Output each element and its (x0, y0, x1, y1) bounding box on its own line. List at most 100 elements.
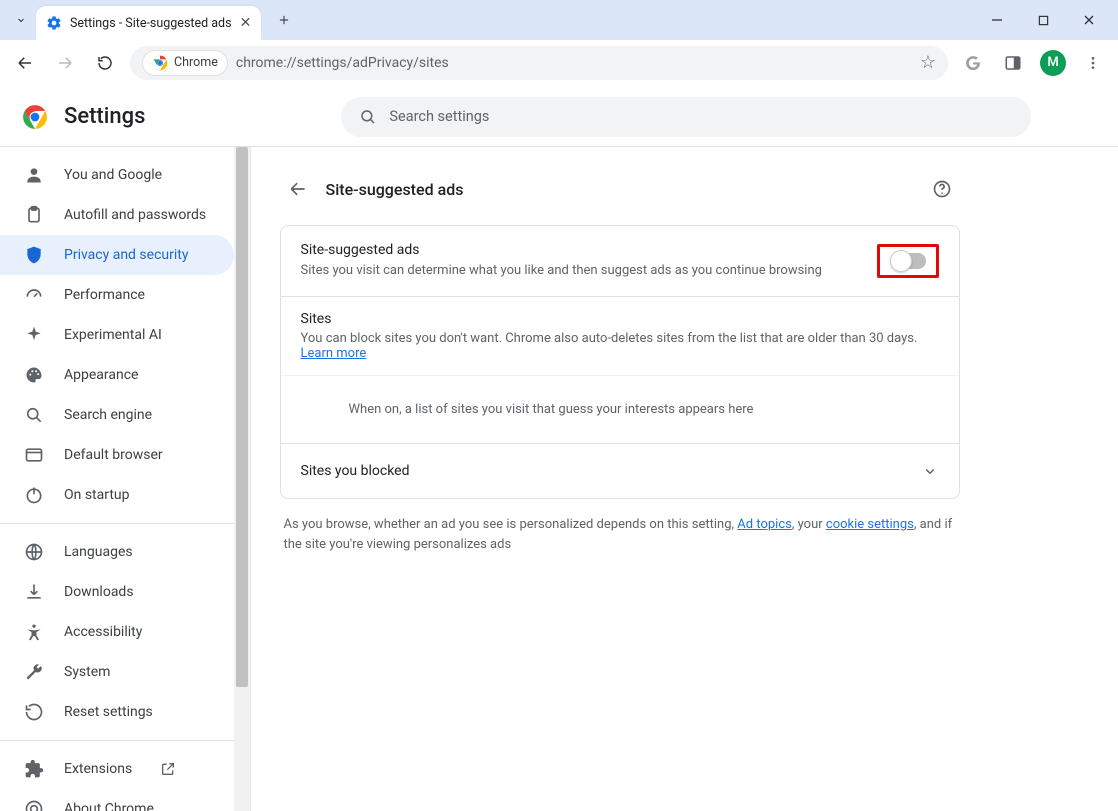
sidebar-item-on-startup[interactable]: On startup (0, 475, 234, 515)
url-text: chrome://settings/adPrivacy/sites (236, 55, 449, 71)
sidebar-item-label: Accessibility (64, 624, 142, 640)
sidebar-item-label: Search engine (64, 407, 152, 423)
sidebar-divider (0, 740, 234, 741)
right-gutter (988, 147, 1118, 811)
sidebar-item-autofill[interactable]: Autofill and passwords (0, 195, 234, 235)
site-info-chip[interactable]: Chrome (142, 50, 228, 76)
sidebar-item-system[interactable]: System (0, 652, 234, 692)
sidebar-item-you-and-google[interactable]: You and Google (0, 155, 234, 195)
back-button[interactable] (10, 48, 40, 78)
forward-button[interactable] (50, 48, 80, 78)
settings-title: Settings (64, 104, 145, 129)
settings-header: Settings Search settings (0, 87, 1118, 147)
page-title: Site-suggested ads (326, 180, 464, 199)
search-icon (24, 405, 44, 425)
ad-topics-link[interactable]: Ad topics (737, 517, 792, 532)
sidebar-item-languages[interactable]: Languages (0, 532, 234, 572)
menu-button[interactable] (1078, 48, 1108, 78)
sidebar-item-label: On startup (64, 487, 130, 503)
address-bar[interactable]: Chrome chrome://settings/adPrivacy/sites… (130, 46, 948, 80)
maximize-button[interactable] (1020, 0, 1066, 40)
sidebar-item-downloads[interactable]: Downloads (0, 572, 234, 612)
chrome-icon (24, 799, 44, 811)
sidebar-container: You and Google Autofill and passwords Pr… (0, 147, 250, 811)
sidebar-item-experimental-ai[interactable]: Experimental AI (0, 315, 234, 355)
learn-more-link[interactable]: Learn more (301, 346, 367, 361)
toggle-row: Site-suggested ads Sites you visit can d… (281, 226, 959, 297)
reload-button[interactable] (90, 48, 120, 78)
content-inner: Site-suggested ads Site-suggested ads Si… (280, 147, 960, 594)
extension-icon (24, 759, 44, 779)
search-settings-input[interactable]: Search settings (341, 97, 1031, 137)
window-titlebar: Settings - Site-suggested ads ✕ (0, 0, 1118, 40)
accessibility-icon (24, 622, 44, 642)
sidebar-item-label: Extensions (64, 761, 132, 777)
shield-icon (24, 245, 44, 265)
scrollbar-thumb[interactable] (236, 147, 248, 687)
sidebar-item-label: Experimental AI (64, 327, 162, 343)
toggle-highlight-box (877, 244, 939, 278)
tab-title: Settings - Site-suggested ads (70, 16, 232, 31)
sites-desc-text: You can block sites you don't want. Chro… (301, 331, 918, 346)
profile-avatar[interactable]: M (1038, 48, 1068, 78)
chevron-down-icon (921, 462, 939, 480)
sidebar-item-label: Reset settings (64, 704, 153, 720)
page-header: Site-suggested ads (280, 161, 960, 225)
sparkle-icon (24, 325, 44, 345)
sidebar-item-label: Languages (64, 544, 133, 560)
sites-empty-message: When on, a list of sites you visit that … (281, 375, 959, 443)
person-icon (24, 165, 44, 185)
sites-section: Sites You can block sites you don't want… (281, 297, 959, 375)
chip-label: Chrome (174, 55, 218, 70)
clipboard-icon (24, 205, 44, 225)
close-window-button[interactable] (1066, 0, 1112, 40)
sidebar-item-label: System (64, 664, 110, 680)
toggle-desc: Sites you visit can determine what you l… (301, 262, 861, 280)
search-placeholder: Search settings (389, 108, 489, 125)
sidebar-item-search-engine[interactable]: Search engine (0, 395, 234, 435)
palette-icon (24, 365, 44, 385)
bookmark-star-icon[interactable]: ☆ (920, 52, 936, 73)
minimize-button[interactable] (974, 0, 1020, 40)
globe-icon (24, 542, 44, 562)
window-controls (974, 0, 1112, 40)
restore-icon (24, 702, 44, 722)
chrome-logo-icon (22, 104, 48, 130)
sidebar-scrollbar[interactable] (234, 147, 250, 811)
search-icon (359, 108, 377, 126)
cookie-settings-link[interactable]: cookie settings (826, 517, 914, 532)
blocked-label: Sites you blocked (301, 463, 410, 479)
sidebar-item-privacy-security[interactable]: Privacy and security (0, 235, 234, 275)
close-icon[interactable]: ✕ (240, 15, 252, 31)
avatar-letter: M (1040, 50, 1066, 76)
wrench-icon (24, 662, 44, 682)
tab-search-dropdown[interactable] (6, 5, 36, 35)
sidebar-item-label: Appearance (64, 367, 138, 383)
sites-you-blocked-row[interactable]: Sites you blocked (281, 443, 959, 498)
sidebar-item-performance[interactable]: Performance (0, 275, 234, 315)
browser-toolbar: Chrome chrome://settings/adPrivacy/sites… (0, 40, 1118, 86)
sidebar-item-appearance[interactable]: Appearance (0, 355, 234, 395)
page-back-button[interactable] (280, 171, 316, 207)
new-tab-button[interactable] (269, 5, 299, 35)
toggle-title: Site-suggested ads (301, 242, 861, 258)
sidebar-item-about-chrome[interactable]: About Chrome (0, 789, 234, 811)
sidebar-item-reset-settings[interactable]: Reset settings (0, 692, 234, 732)
sites-desc: You can block sites you don't want. Chro… (301, 331, 939, 361)
help-button[interactable] (924, 171, 960, 207)
footer-text-2: , your (792, 517, 826, 532)
footer-text-1: As you browse, whether an ad you see is … (284, 517, 738, 532)
browser-tab[interactable]: Settings - Site-suggested ads ✕ (36, 6, 261, 40)
sidebar-item-label: About Chrome (64, 801, 154, 811)
power-icon (24, 485, 44, 505)
settings-sidebar: You and Google Autofill and passwords Pr… (0, 147, 234, 811)
sidebar-item-extensions[interactable]: Extensions (0, 749, 234, 789)
google-account-icon[interactable] (958, 48, 988, 78)
sidebar-item-label: Privacy and security (64, 247, 188, 263)
sidebar-item-accessibility[interactable]: Accessibility (0, 612, 234, 652)
site-suggested-ads-toggle[interactable] (890, 253, 926, 269)
sidebar-divider (0, 523, 234, 524)
sidebar-item-default-browser[interactable]: Default browser (0, 435, 234, 475)
browser-icon (24, 445, 44, 465)
side-panel-icon[interactable] (998, 48, 1028, 78)
